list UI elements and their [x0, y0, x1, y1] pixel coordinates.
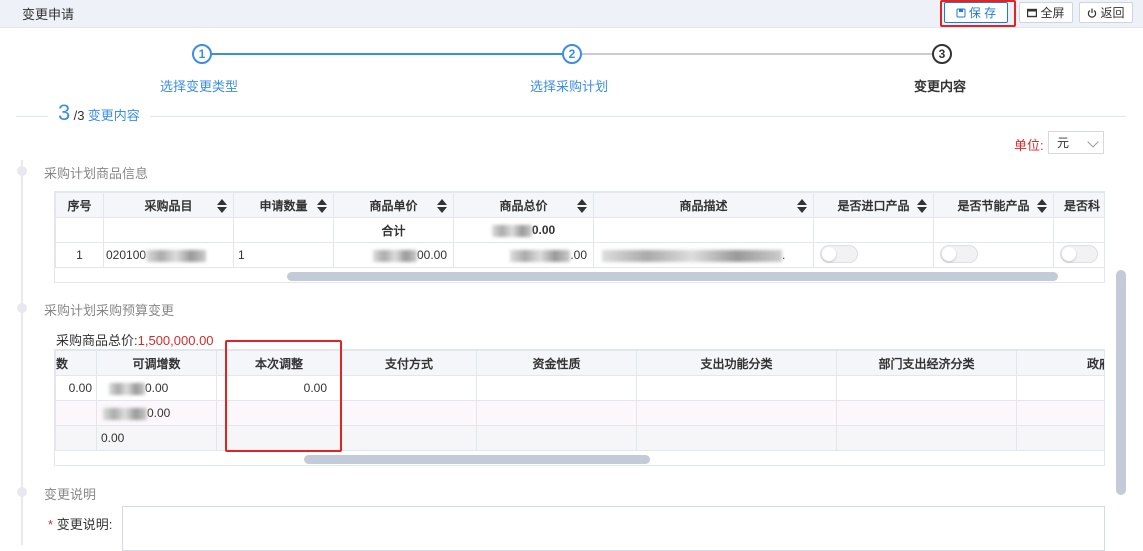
page-scrollbar[interactable]	[1116, 270, 1126, 495]
step-3-circle: 3	[932, 44, 952, 64]
step-connector-2	[582, 53, 932, 55]
energy-saving-toggle[interactable]	[933, 242, 1054, 268]
sort-icon	[577, 199, 587, 213]
step-3-label: 变更内容	[914, 79, 967, 94]
step-1-label[interactable]: 选择变更类型	[160, 76, 238, 95]
step-1-circle: 1	[192, 44, 212, 64]
col-payment-method: 支付方式	[341, 350, 477, 376]
desc-label: * 变更说明:	[48, 517, 113, 532]
budget-adjustable-cell: 0.00	[96, 375, 217, 401]
col-unit-price[interactable]: 商品单价	[333, 192, 454, 218]
col-qty[interactable]: 申请数量	[233, 192, 334, 218]
table-row[interactable]: 0.00	[55, 400, 1104, 426]
adjust-column-highlight	[225, 340, 342, 452]
required-mark: *	[48, 517, 54, 532]
goods-total-row: 合计 0.00	[55, 217, 1104, 243]
col-total-price[interactable]: 商品总价	[453, 192, 594, 218]
budget-header-row: 数 可调增数 本次调整 支付方式 资金性质 支出功能分类 部门支出经济分类 政府…	[55, 350, 1104, 376]
imported-toggle[interactable]	[813, 242, 934, 268]
col-item[interactable]: 采购品目	[103, 192, 234, 218]
row-unit-price: 00.00	[333, 242, 454, 268]
power-icon	[1088, 8, 1097, 18]
row-qty: 1	[233, 242, 334, 268]
sort-icon	[317, 199, 327, 213]
sort-icon	[217, 199, 227, 213]
unit-value: 元	[1057, 136, 1070, 150]
sort-icon	[797, 199, 807, 213]
unit-label: 单位:	[1014, 138, 1044, 153]
col-function-class: 支出功能分类	[636, 350, 837, 376]
step-connector-1	[212, 53, 562, 55]
table-row[interactable]: 1 020100 1 00.00 .00 .	[55, 242, 1104, 268]
goods-table: 序号 采购品目 申请数量 商品单价 商品总价 商品描述 是否进口产品 是否节能产…	[55, 192, 1104, 268]
goods-header-row: 序号 采购品目 申请数量 商品单价 商品总价 商品描述 是否进口产品 是否节能产…	[55, 192, 1104, 218]
col-imported[interactable]: 是否进口产品	[813, 192, 934, 218]
goods-table-wrapper: 序号 采购品目 申请数量 商品单价 商品总价 商品描述 是否进口产品 是否节能产…	[54, 191, 1105, 283]
sort-icon	[917, 199, 927, 213]
section-divider	[16, 116, 1126, 117]
unit-select[interactable]: 元	[1048, 131, 1104, 154]
budget-table-scrollbar[interactable]	[304, 455, 650, 464]
step-2-label[interactable]: 选择采购计划	[530, 76, 608, 95]
col-tech: 是否科	[1053, 192, 1104, 218]
step-2-circle: 2	[562, 44, 582, 64]
sort-icon	[437, 199, 447, 213]
sort-icon	[1037, 199, 1047, 213]
section-current-step: 3	[58, 100, 71, 125]
timeline-dot-budget	[17, 303, 27, 313]
col-index: 序号	[55, 192, 104, 218]
section-total-steps: /3	[73, 108, 85, 123]
chevron-down-icon	[1087, 136, 1099, 148]
back-label: 返回	[1100, 6, 1125, 20]
back-button[interactable]: 返回	[1079, 2, 1133, 23]
save-highlight	[940, 0, 1016, 27]
tech-toggle[interactable]	[1053, 242, 1104, 268]
fullscreen-button[interactable]: 全屏	[1019, 2, 1073, 23]
table-row[interactable]: 0.00 0.00 0.00	[55, 375, 1104, 401]
col-fund-nature: 资金性质	[476, 350, 637, 376]
section-name: 变更内容	[87, 108, 140, 123]
row-item: 020100	[103, 242, 234, 268]
total-label: 合计	[333, 217, 454, 243]
fullscreen-label: 全屏	[1040, 6, 1065, 20]
budget-table-wrapper: 数 可调增数 本次调整 支付方式 资金性质 支出功能分类 部门支出经济分类 政府…	[54, 349, 1105, 466]
table-row[interactable]: 0.00	[55, 425, 1104, 451]
col-budget-0: 数	[55, 350, 97, 376]
col-desc[interactable]: 商品描述	[593, 192, 814, 218]
budget-adjustable-cell: 0.00	[96, 400, 217, 426]
goods-section-title: 采购计划商品信息	[44, 166, 149, 181]
budget-cell: 0.00	[55, 375, 97, 401]
row-index: 1	[55, 242, 104, 268]
timeline-dot-desc	[17, 487, 27, 497]
row-total-price: .00	[453, 242, 594, 268]
col-energy-saving[interactable]: 是否节能产品	[933, 192, 1054, 218]
section-header: 3 /3 变更内容	[16, 100, 1126, 130]
timeline-dot-goods	[17, 166, 27, 176]
fullscreen-icon	[1027, 8, 1038, 17]
desc-section-title: 变更说明	[44, 487, 97, 502]
page-title: 变更申请	[22, 7, 75, 22]
row-desc: .	[593, 242, 814, 268]
budget-adjustable-cell: 0.00	[96, 425, 217, 451]
section-label: 3 /3 变更内容	[48, 100, 150, 126]
col-adjustable: 可调增数	[96, 350, 217, 376]
col-gov-expense: 政府支出	[1016, 350, 1104, 376]
total-value: 0.00	[453, 217, 594, 243]
budget-total: 采购商品总价:1,500,000.00	[56, 333, 214, 348]
desc-textarea[interactable]	[122, 506, 1105, 551]
budget-section-title: 采购计划采购预算变更	[44, 303, 175, 318]
col-dept-economic-class: 部门支出经济分类	[836, 350, 1017, 376]
goods-table-scrollbar[interactable]	[287, 272, 1058, 281]
budget-table: 数 可调增数 本次调整 支付方式 资金性质 支出功能分类 部门支出经济分类 政府…	[55, 350, 1104, 451]
budget-total-value: 1,500,000.00	[137, 333, 214, 348]
